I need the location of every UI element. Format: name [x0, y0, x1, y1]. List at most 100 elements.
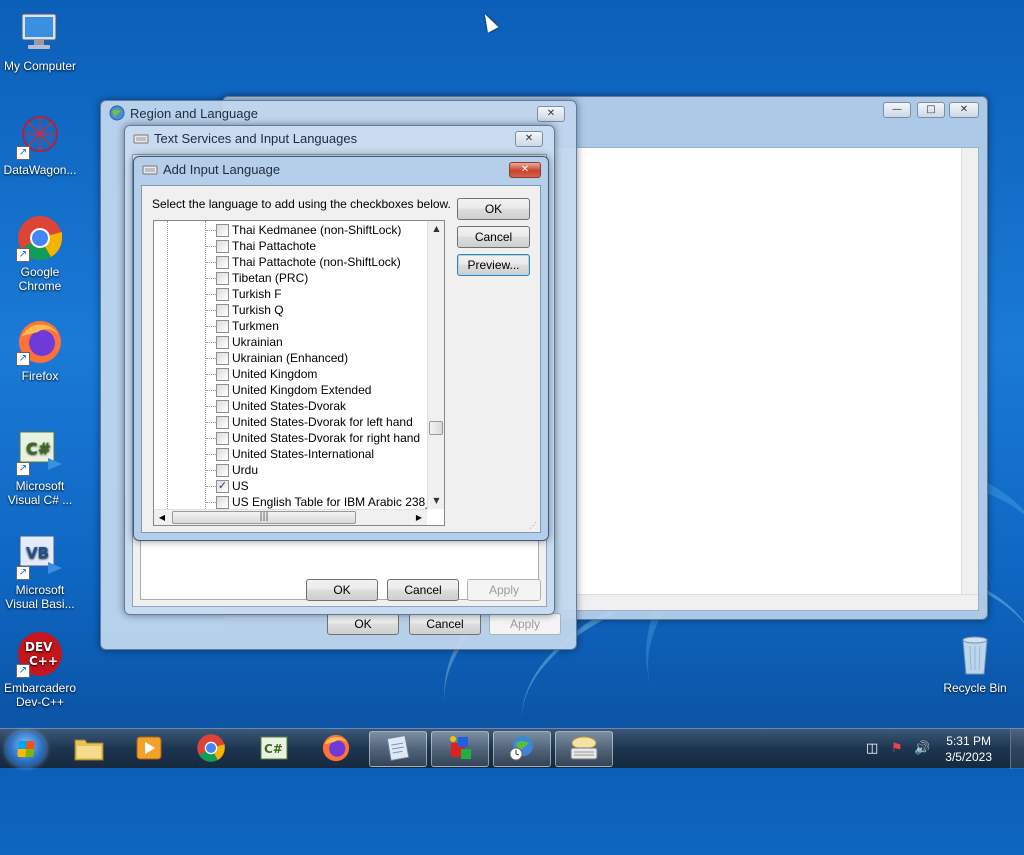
language-list-item[interactable]: Ukrainian (Enhanced) — [206, 350, 348, 366]
language-list-item[interactable]: Urdu — [206, 462, 258, 478]
language-label: United States-Dvorak for right hand — [232, 431, 421, 445]
desktop-icon-visual-basic[interactable]: VB ↗ Microsoft Visual Basi... — [0, 532, 80, 611]
taskbar-text-services[interactable] — [555, 731, 613, 767]
desktop-icon-datawagon[interactable]: ↗ DataWagon... — [0, 112, 80, 177]
title-bar[interactable]: Text Services and Input Languages — [125, 126, 554, 150]
desktop-icon-recycle-bin[interactable]: Recycle Bin — [935, 630, 1015, 695]
desktop-icon-firefox[interactable]: ↗ Firefox — [0, 318, 80, 383]
scroll-down-arrow-icon[interactable]: ▼ — [428, 493, 444, 509]
network-icon[interactable]: ◫ — [866, 741, 878, 756]
close-button[interactable]: ✕ — [515, 131, 543, 147]
cancel-button[interactable]: Cancel — [457, 226, 530, 248]
volume-icon[interactable]: 🔊 — [914, 741, 930, 756]
language-list-item[interactable]: United States-Dvorak for right hand — [206, 430, 420, 446]
cancel-button[interactable]: Cancel — [409, 613, 481, 635]
svg-text:VB: VB — [26, 544, 49, 562]
language-checkbox[interactable] — [216, 415, 229, 429]
action-center-flag-icon[interactable]: ⚑ — [891, 741, 903, 756]
ok-button[interactable]: OK — [457, 198, 530, 220]
tree-horizontal-scrollbar[interactable]: ◀ ||| ▶ — [154, 509, 427, 525]
language-label: US — [232, 479, 249, 493]
language-checkbox[interactable] — [216, 431, 229, 445]
taskbar-media-player[interactable] — [120, 731, 178, 767]
language-checkbox[interactable] — [216, 271, 229, 285]
language-list-item[interactable]: Thai Pattachote (non-ShiftLock) — [206, 254, 401, 270]
taskbar-notepad[interactable] — [369, 731, 427, 767]
language-list-item[interactable]: United Kingdom — [206, 366, 317, 382]
desktop-icon-visual-csharp[interactable]: C# ↗ Microsoft Visual C# ... — [0, 428, 80, 507]
language-list-item[interactable]: US English Table for IBM Arabic 238_L — [206, 494, 439, 510]
language-label: United States-International — [232, 447, 375, 461]
apply-button[interactable]: Apply — [467, 579, 541, 601]
close-button[interactable]: ✕ — [509, 162, 541, 178]
preview-button[interactable]: Preview... — [457, 254, 530, 276]
chrome-icon — [196, 733, 226, 766]
desktop-icon-my-computer[interactable]: My Computer — [0, 8, 80, 73]
show-desktop-button[interactable] — [1010, 729, 1024, 769]
language-checkbox[interactable] — [216, 255, 229, 269]
apply-button[interactable]: Apply — [489, 613, 561, 635]
vertical-scrollbar[interactable] — [961, 148, 978, 594]
language-list-item[interactable]: Thai Kedmanee (non-ShiftLock) — [206, 222, 401, 238]
language-list-item[interactable]: Ukrainian — [206, 334, 283, 350]
language-checkbox[interactable] — [216, 319, 229, 333]
ok-button[interactable]: OK — [327, 613, 399, 635]
cancel-button[interactable]: Cancel — [387, 579, 459, 601]
language-checkbox[interactable] — [216, 335, 229, 349]
language-checkbox[interactable] — [216, 239, 229, 253]
language-list-item[interactable]: United States-International — [206, 446, 374, 462]
scroll-thumb[interactable] — [429, 421, 443, 435]
close-button[interactable]: ✕ — [949, 102, 979, 118]
maximize-button[interactable]: □ — [917, 102, 945, 118]
start-button[interactable] — [6, 731, 46, 767]
taskbar-visual-csharp[interactable]: C# — [245, 731, 303, 767]
shortcut-arrow-icon: ↗ — [16, 248, 30, 262]
system-clock[interactable]: 5:31 PM 3/5/2023 — [945, 733, 992, 765]
language-list-item[interactable]: Tibetan (PRC) — [206, 270, 308, 286]
desktop-icon-google-chrome[interactable]: ↗ Google Chrome — [0, 214, 80, 293]
taskbar-3d-app[interactable] — [431, 731, 489, 767]
language-checkbox[interactable] — [216, 383, 229, 397]
window-title: Add Input Language — [163, 161, 281, 177]
language-checkbox[interactable] — [216, 495, 229, 509]
language-checkbox[interactable] — [216, 399, 229, 413]
scroll-left-arrow-icon[interactable]: ◀ — [154, 510, 170, 525]
scroll-right-arrow-icon[interactable]: ▶ — [411, 510, 427, 525]
scroll-thumb[interactable]: ||| — [172, 511, 356, 524]
taskbar-firefox[interactable] — [307, 731, 365, 767]
language-checkbox[interactable] — [216, 463, 229, 477]
language-checkbox[interactable] — [216, 351, 229, 365]
language-tree[interactable]: Thai Kedmanee (non-ShiftLock) Thai Pattac… — [153, 220, 445, 526]
ok-button[interactable]: OK — [306, 579, 378, 601]
desktop-icon-label: DataWagon... — [3, 163, 77, 177]
title-bar[interactable]: Add Input Language — [134, 157, 548, 181]
title-bar[interactable]: Region and Language — [101, 101, 576, 125]
language-checkbox[interactable] — [216, 447, 229, 461]
add-input-language-dialog[interactable]: Add Input Language ✕ Select the language… — [133, 156, 549, 541]
desktop-icon-dev-cpp[interactable]: DEV C++ ↗ Embarcadero Dev-C++ — [0, 630, 80, 709]
visual-csharp-icon: C# ↗ — [16, 428, 64, 476]
language-list-item[interactable]: United States-Dvorak for left hand — [206, 414, 413, 430]
taskbar-region-settings[interactable] — [493, 731, 551, 767]
language-list-item[interactable]: Turkish Q — [206, 302, 284, 318]
language-list-item[interactable]: Turkish F — [206, 286, 282, 302]
taskbar-explorer[interactable] — [60, 731, 118, 767]
language-list-item[interactable]: Thai Pattachote — [206, 238, 316, 254]
minimize-button[interactable]: — — [883, 102, 911, 118]
tree-vertical-scrollbar[interactable]: ▲ ▼ — [427, 221, 444, 509]
taskbar-chrome[interactable] — [182, 731, 240, 767]
language-checkbox[interactable] — [216, 287, 229, 301]
language-list-item[interactable]: United States-Dvorak — [206, 398, 346, 414]
language-checkbox[interactable]: ✓ — [216, 479, 229, 493]
resize-grip-icon[interactable]: ⋰ — [529, 521, 539, 531]
close-button[interactable]: ✕ — [537, 106, 565, 122]
visual-basic-icon: VB ↗ — [16, 532, 64, 580]
language-checkbox[interactable] — [216, 223, 229, 237]
language-list-item[interactable]: United Kingdom Extended — [206, 382, 371, 398]
tree-connector — [206, 373, 216, 375]
scroll-up-arrow-icon[interactable]: ▲ — [428, 221, 444, 237]
language-list-item[interactable]: ✓ US — [206, 478, 249, 494]
language-checkbox[interactable] — [216, 303, 229, 317]
language-list-item[interactable]: Turkmen — [206, 318, 279, 334]
language-checkbox[interactable] — [216, 367, 229, 381]
